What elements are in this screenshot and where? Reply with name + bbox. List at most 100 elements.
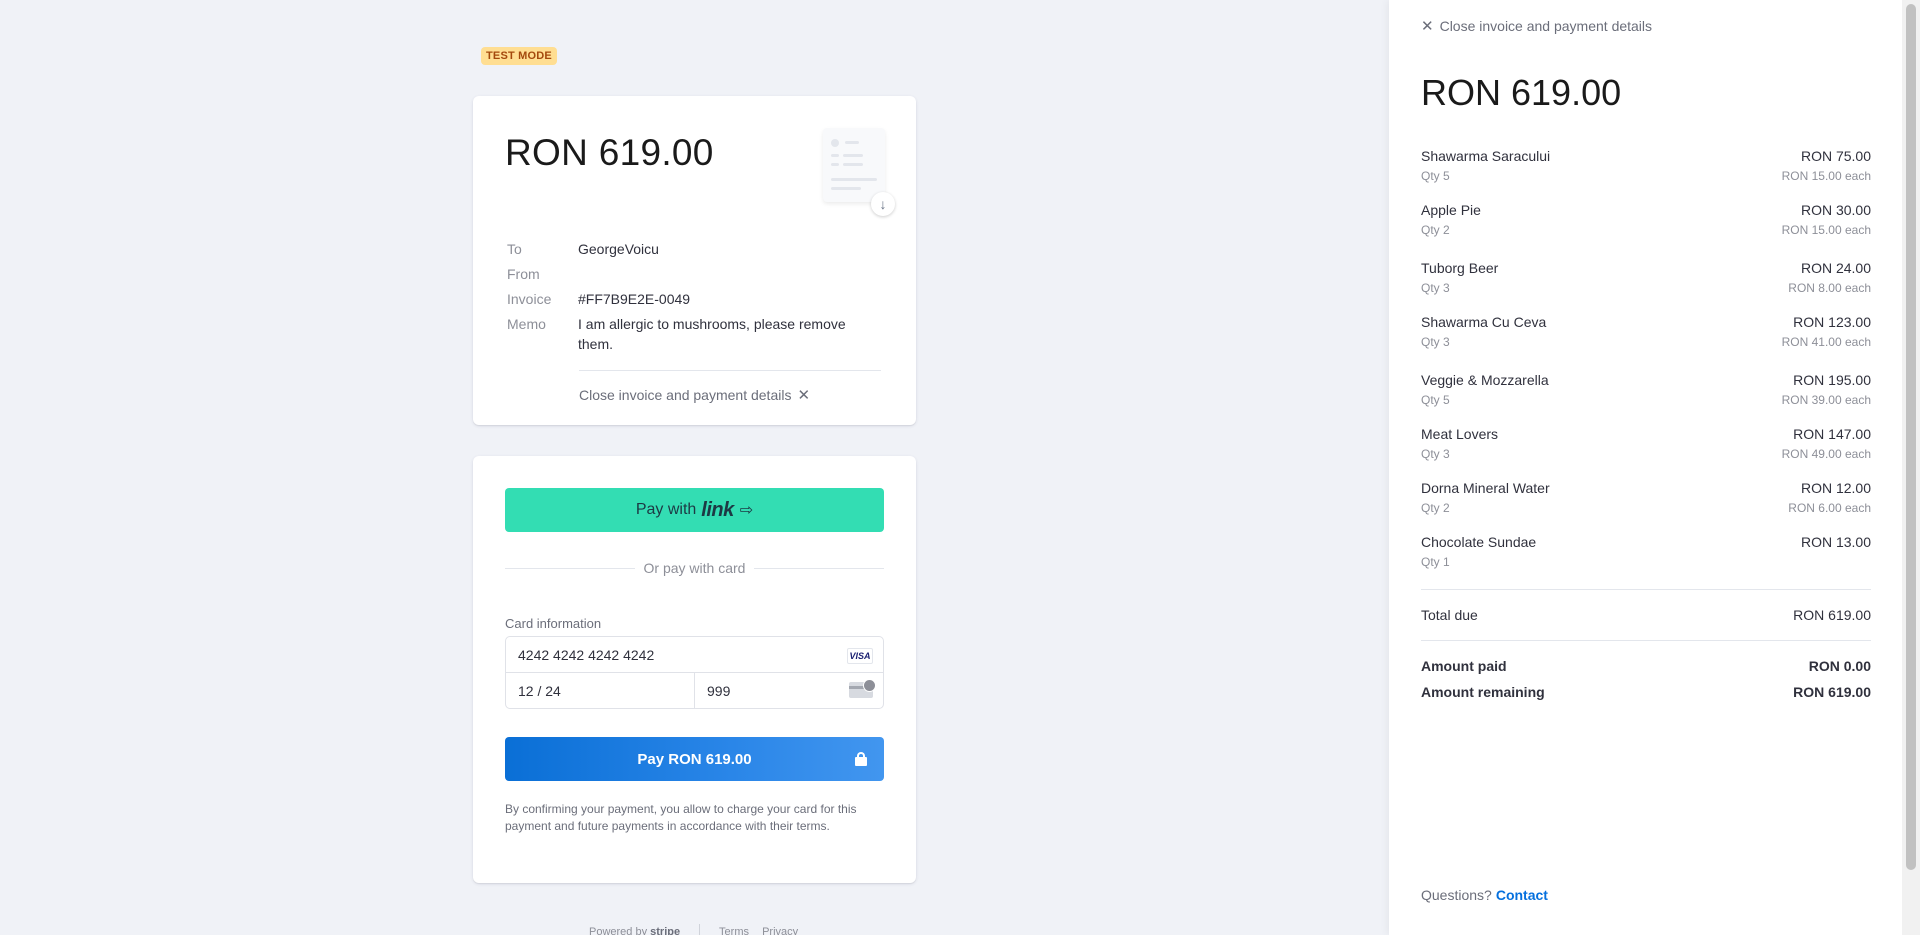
divider-line [754,568,884,569]
pay-with-link-button[interactable]: Pay with link ⇨ [505,488,884,532]
card-number-input[interactable]: 4242 4242 4242 4242 VISA [506,637,883,673]
cvc-value: 999 [707,683,731,699]
line-item: Tuborg Beer RON 24.00 Qty 3 RON 8.00 eac… [1421,260,1871,314]
footer: Powered by stripe Terms Privacy [589,924,808,935]
item-price: RON 147.00 [1793,426,1871,442]
total-due-label: Total due [1421,607,1478,623]
close-panel-button[interactable]: ✕ Close invoice and payment details [1421,17,1652,35]
payment-card: Pay with link ⇨ Or pay with card Card in… [473,456,916,883]
card-information-field: 4242 4242 4242 4242 VISA 12 / 24 999 [505,636,884,709]
item-unit-price: RON 8.00 each [1788,281,1871,295]
item-price: RON 24.00 [1800,260,1871,276]
amount-remaining-label: Amount remaining [1421,684,1545,700]
close-details-link[interactable]: Close invoice and payment details ✕ [579,386,810,404]
item-name: Meat Lovers [1421,426,1499,442]
card-number-value: 4242 4242 4242 4242 [518,647,655,663]
item-qty: Qty 3 [1421,281,1450,295]
meta-key: To [507,241,522,257]
total-due-value: RON 619.00 [1793,607,1871,623]
consent-text: By confirming your payment, you allow to… [505,802,857,833]
or-divider: Or pay with card [505,560,884,576]
item-name: Apple Pie [1421,202,1481,218]
close-icon: ✕ [797,387,811,404]
close-panel-label: Close invoice and payment details [1439,18,1653,34]
terms-link[interactable]: Terms [719,926,749,935]
divider [1421,589,1871,590]
line-item: Veggie & Mozzarella RON 195.00 Qty 5 RON… [1421,372,1871,426]
divider [579,370,881,371]
item-name: Shawarma Cu Ceva [1421,314,1547,330]
item-unit-price: RON 15.00 each [1781,223,1871,237]
meta-row-invoice: Invoice #FF7B9E2E-0049 [507,291,878,307]
arrow-right-icon: ⇨ [739,502,754,519]
test-mode-badge: TEST MODE [481,47,557,65]
meta-value: #FF7B9E2E-0049 [578,291,691,307]
close-details-label: Close invoice and payment details [579,387,792,403]
card-information-label: Card information [505,616,602,631]
item-name: Shawarma Saracului [1421,148,1551,164]
scrollbar[interactable] [1902,0,1920,935]
item-price: RON 13.00 [1800,534,1871,550]
item-name: Dorna Mineral Water [1421,480,1550,496]
scrollbar-thumb[interactable] [1906,4,1916,870]
panel-amount: RON 619.00 [1421,72,1622,113]
invoice-amount: RON 619.00 [505,132,714,173]
line-item: Meat Lovers RON 147.00 Qty 3 RON 49.00 e… [1421,426,1871,480]
download-icon[interactable]: ↓ [871,192,895,216]
meta-value: I am allergic to mushrooms, please remov… [578,316,846,352]
pay-button[interactable]: Pay RON 619.00 [505,737,884,781]
cvc-card-icon [849,679,876,698]
item-price: RON 75.00 [1800,148,1871,164]
meta-value [578,266,878,282]
item-qty: Qty 2 [1421,223,1450,237]
meta-key: From [507,266,540,282]
item-qty: Qty 3 [1421,335,1450,349]
divider [1421,640,1871,641]
questions-label: Questions? [1421,887,1492,903]
item-unit-price: RON 6.00 each [1788,501,1871,515]
expiry-input[interactable]: 12 / 24 [506,673,695,709]
item-name: Tuborg Beer [1421,260,1499,276]
meta-key: Memo [507,316,546,332]
link-button-prefix: Pay with [635,501,697,518]
item-qty: Qty 5 [1421,169,1450,183]
item-unit-price: RON 39.00 each [1781,393,1871,407]
invoice-summary-card: RON 619.00 ↓ To GeorgeVoicu From Invoice… [473,96,916,425]
pay-button-label: Pay RON 619.00 [637,750,752,768]
meta-key: Invoice [507,291,552,307]
stripe-logo[interactable]: stripe [650,926,680,935]
item-qty: Qty 5 [1421,393,1450,407]
invoice-meta: To GeorgeVoicu From Invoice #FF7B9E2E-00… [507,241,878,363]
questions-footer: Questions? Contact [1421,887,1548,903]
lock-icon [855,752,867,766]
invoice-details-panel: ✕ Close invoice and payment details RON 6… [1389,0,1902,935]
item-price: RON 12.00 [1800,480,1871,496]
line-item: Apple Pie RON 30.00 Qty 2 RON 15.00 each [1421,202,1871,260]
amount-remaining-value: RON 619.00 [1793,684,1871,700]
item-qty: Qty 1 [1421,555,1450,569]
item-unit-price: RON 49.00 each [1781,447,1871,461]
item-price: RON 30.00 [1800,202,1871,218]
privacy-link[interactable]: Privacy [762,926,798,935]
line-items-list: Shawarma Saracului RON 75.00 Qty 5 RON 1… [1421,148,1871,588]
amount-paid-value: RON 0.00 [1808,658,1871,674]
visa-icon: VISA [847,648,873,664]
line-item: Chocolate Sundae RON 13.00 Qty 1 [1421,534,1871,588]
line-item: Shawarma Cu Ceva RON 123.00 Qty 3 RON 41… [1421,314,1871,372]
item-unit-price: RON 15.00 each [1781,169,1871,183]
amount-paid-label: Amount paid [1421,658,1507,674]
meta-row-memo: Memo I am allergic to mushrooms, please … [507,316,878,354]
expiry-value: 12 / 24 [518,683,561,699]
cvc-input[interactable]: 999 [695,673,883,709]
meta-value: GeorgeVoicu [578,241,659,257]
item-name: Chocolate Sundae [1421,534,1537,550]
contact-link[interactable]: Contact [1496,887,1548,903]
item-qty: Qty 3 [1421,447,1450,461]
item-price: RON 195.00 [1793,372,1871,388]
invoice-document-icon[interactable] [823,128,885,202]
meta-row-to: To GeorgeVoicu [507,241,878,257]
close-icon: ✕ [1421,18,1434,35]
meta-row-from: From [507,266,878,282]
line-item: Dorna Mineral Water RON 12.00 Qty 2 RON … [1421,480,1871,534]
item-name: Veggie & Mozzarella [1421,372,1549,388]
